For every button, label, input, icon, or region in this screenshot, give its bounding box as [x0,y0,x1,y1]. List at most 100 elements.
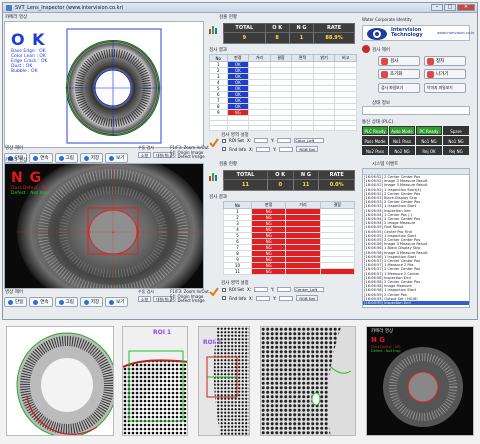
results1-col-header[interactable]: 판정 [226,54,250,62]
company-name-2: Technology [391,32,423,38]
save-button-2[interactable]: 저장 [79,297,104,307]
manual-inspect-group-2: 수동 검사 소형 대형(형) [138,289,173,302]
stats1-rate: 88.9% [313,32,355,44]
view-button-2[interactable]: 보기 [105,297,129,307]
stats2-header-ok: O K [266,170,294,180]
maximize-button[interactable]: □ [444,4,456,11]
window-controls: – □ ✕ [431,4,475,12]
results2-col-header[interactable]: 판정 [250,201,287,209]
result-ng-label: N G [11,170,43,186]
inspect-icon [381,57,388,65]
stop-button[interactable]: 정지 [424,56,466,66]
inspect-button[interactable]: 검사 [378,56,420,66]
continuous-label-2: 연속 [40,300,49,305]
company-url: www.intervision.co.kr [437,31,475,35]
checkmark-icon [209,138,219,148]
reset-button[interactable]: 초기화 [378,69,420,79]
event-log[interactable]: [16:06:52] 2 Center Center Pos [16:06:52]… [362,168,470,308]
results1-col-header[interactable]: No [209,54,228,62]
thumb-ng-label: N G [371,336,386,344]
y2-field-2[interactable] [279,295,294,301]
camera1-view[interactable]: O K Base Edge : OK Color Lean : OK Edge … [4,21,204,148]
results1-col-header[interactable]: 비고 [334,54,357,62]
settings1-row2: Find Info X: Y: RGB Set [222,146,319,152]
inspection-file-label: 검사 파일보기 [381,85,404,90]
x2-field-2[interactable] [256,295,271,301]
hotkey-help: F1/F3: Zoom In/Out F4: Origin Image F5: … [170,145,209,160]
stats1-header-ok: O K [264,23,290,33]
stats2-rate: 0.0% [318,179,355,191]
continuous-button-2[interactable]: 연속 [29,297,53,307]
y2-field[interactable] [277,287,292,292]
check-bubble: Bubble : OK [11,69,38,74]
x2-field[interactable] [254,287,269,292]
picture-icon [58,155,64,161]
hotkey-detect: F5: Detect Image [170,154,205,159]
results1-col-header[interactable]: 거리 [248,54,271,62]
small-button-2[interactable]: 소형 [138,295,151,302]
roi2-label: ROI 2 [203,339,222,346]
control-title: 검사 제어 [372,48,390,53]
rgb-set-button-2[interactable]: RGB Set [296,295,319,301]
stats2-header-ng: N G [292,170,320,180]
continuous-label: 연속 [40,156,49,161]
single-button-2[interactable]: 단일 [4,297,28,307]
inspection-file-button[interactable]: 검사 파일보기 [378,83,420,93]
x-field-2[interactable] [256,146,271,152]
roi-set-checkbox-2[interactable] [222,287,226,292]
color-select[interactable]: Color_Left [294,138,325,143]
color-select-2[interactable]: Center_Left [294,287,325,292]
roi-set-label: ROI Set [229,138,244,143]
stop-label: 정지 [436,59,445,64]
results1-table[interactable]: No 판정 거리 결함 면적 밝기 비고 1 OK 2 OK 3 OK 4 OK 5 OK 6 OK 7 OK 8 OK 9… [209,54,357,131]
y-field[interactable] [277,138,292,143]
rgb-set-button[interactable]: RGB Set [296,146,319,152]
table-row[interactable]: 11 NG [223,268,356,275]
results2-col-header[interactable]: 결함 [319,201,356,209]
plc-indicator: Rej NG [443,146,469,155]
view-label-2: 보기 [116,300,125,305]
thumb-roi2: ROI 2 [198,326,250,436]
minimize-button[interactable]: – [431,4,443,11]
logo-icon [367,28,387,40]
table-cell-empty [248,125,271,131]
save-button[interactable]: 저장 [79,153,104,163]
results1-col-header[interactable]: 면적 [291,54,314,62]
results2-col-header[interactable]: 거리 [285,201,321,209]
settings2-row1: ROI Set X: Y: Center_Left [222,287,325,292]
exit-label: 나가기 [436,72,449,77]
results1-col-header[interactable]: 결함 [269,54,293,62]
camera2-view[interactable]: + N G Dust Defect : NG Defect : Not Insp [4,163,204,289]
stats2-ng: 11 [292,179,320,191]
stats1-total: 9 [223,32,266,44]
table-cell [319,268,356,275]
picture-button[interactable]: 그림 [54,153,78,163]
y-field-2[interactable] [279,146,294,152]
find-info-checkbox[interactable] [222,147,226,151]
image-file-button[interactable]: 이미지 파일보기 [424,83,466,93]
stats2-total: 11 [223,179,268,191]
log-row[interactable]: [16:06:59] Inspection End [363,301,469,306]
exit-button[interactable]: 나가기 [424,69,466,79]
picture-label-2: 그림 [65,300,74,305]
save-label-2: 저장 [90,300,100,305]
view-button[interactable]: 보기 [105,153,129,163]
picture-label: 그림 [65,156,74,161]
app-icon [6,5,12,11]
view-icon [109,155,115,161]
plc-indicator: Rej OK [416,146,442,155]
small-button[interactable]: 소형 [138,151,151,158]
result-ok-label: O K [11,30,46,49]
roi-set-checkbox[interactable] [222,138,226,143]
results2-col-header[interactable]: No [223,201,252,209]
results1-col-header[interactable]: 밝기 [312,54,336,62]
close-button[interactable]: ✕ [457,4,475,11]
picture-icon-2 [58,299,64,305]
thumb-bubble [260,326,356,436]
find-info-checkbox-2[interactable] [222,296,226,300]
x-field[interactable] [254,138,269,143]
results2-table[interactable]: No 판정 거리 결함 1 NG 2 NG 3 NG 4 NG 5 NG 6 NG 7 NG 8 NG 9 NG 10 NG… [223,201,356,275]
picture-button-2[interactable]: 그림 [54,297,78,307]
continuous-button[interactable]: 연속 [29,153,53,163]
plc-title: 통신 상태 (PLC) [362,120,394,125]
